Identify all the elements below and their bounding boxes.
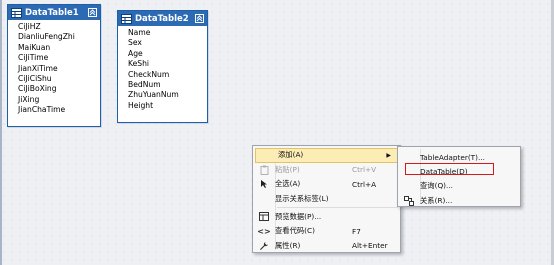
column-item[interactable]: BedNum	[118, 80, 207, 90]
datatable2-title: DataTable2	[135, 13, 189, 24]
paste-icon	[259, 165, 269, 175]
collapse-icon[interactable]	[195, 14, 204, 23]
view-code-icon: <>	[257, 226, 271, 236]
datatable2-header[interactable]: DataTable2	[118, 11, 207, 26]
preview-data-icon	[259, 212, 269, 222]
submenu-item-query[interactable]: 查询(Q)...	[398, 179, 520, 194]
column-item[interactable]: Age	[118, 49, 207, 59]
menu-item-view-code[interactable]: <> 查看代码(C) F7	[253, 224, 400, 239]
wrench-icon	[259, 241, 269, 251]
column-item[interactable]: JianChaTime	[8, 105, 100, 115]
datatable1-title: DataTable1	[25, 7, 79, 18]
menu-item-select-all[interactable]: 全选(A) Ctrl+A	[253, 177, 400, 192]
relation-icon	[404, 196, 414, 207]
column-item[interactable]: JiXing	[8, 95, 100, 105]
column-item[interactable]: ZhuYuanNum	[118, 90, 207, 100]
menu-item-paste[interactable]: 粘贴(P) Ctrl+V	[253, 163, 400, 178]
menu-item-preview-data[interactable]: 预览数据(P)...	[253, 209, 400, 224]
table-icon	[121, 13, 132, 24]
context-menu: 添加(A) ▶ 粘贴(P) Ctrl+V 全选(A) Ctrl+A 显示关系标签…	[252, 145, 401, 253]
column-item[interactable]: MaiKuan	[8, 43, 100, 53]
column-item[interactable]: CiJiCiShu	[8, 74, 100, 84]
menu-item-show-relation-labels[interactable]: 显示关系标签(L)	[253, 192, 400, 207]
canvas-left-edge	[0, 0, 2, 265]
menu-item-add[interactable]: 添加(A) ▶	[255, 148, 398, 163]
selection-highlight-box	[405, 163, 494, 175]
submenu-item-relation[interactable]: 关系(R)...	[398, 194, 520, 209]
column-item[interactable]: CheckNum	[118, 70, 207, 80]
column-item[interactable]: CiJiHZ	[8, 22, 100, 32]
datatable1-header[interactable]: DataTable1	[8, 5, 100, 20]
column-item[interactable]: CiJiBoXing	[8, 84, 100, 94]
add-submenu: TableAdapter(T)... DataTable(D) 查询(Q)...…	[397, 146, 521, 207]
submenu-arrow-icon: ▶	[386, 151, 391, 159]
column-item[interactable]: Name	[118, 28, 207, 38]
column-item[interactable]: Height	[118, 101, 207, 111]
column-item[interactable]: Sex	[118, 38, 207, 48]
datatable2[interactable]: DataTable2 Name Sex Age KeShi CheckNum B…	[117, 10, 208, 123]
column-item[interactable]: DianliuFengZhi	[8, 32, 100, 42]
menu-item-properties[interactable]: 属性(R) Alt+Enter	[253, 239, 400, 254]
datatable1-columns: CiJiHZ DianliuFengZhi MaiKuan CiJiTime J…	[8, 20, 100, 118]
datatable1[interactable]: DataTable1 CiJiHZ DianliuFengZhi MaiKuan…	[7, 4, 101, 127]
column-item[interactable]: CiJiTime	[8, 53, 100, 63]
column-item[interactable]: KeShi	[118, 59, 207, 69]
table-icon	[11, 7, 22, 18]
select-all-icon	[259, 179, 269, 189]
column-item[interactable]: JianXiTime	[8, 64, 100, 74]
menu-separator	[277, 207, 398, 209]
collapse-icon[interactable]	[88, 8, 97, 17]
datatable2-columns: Name Sex Age KeShi CheckNum BedNum ZhuYu…	[118, 26, 207, 113]
